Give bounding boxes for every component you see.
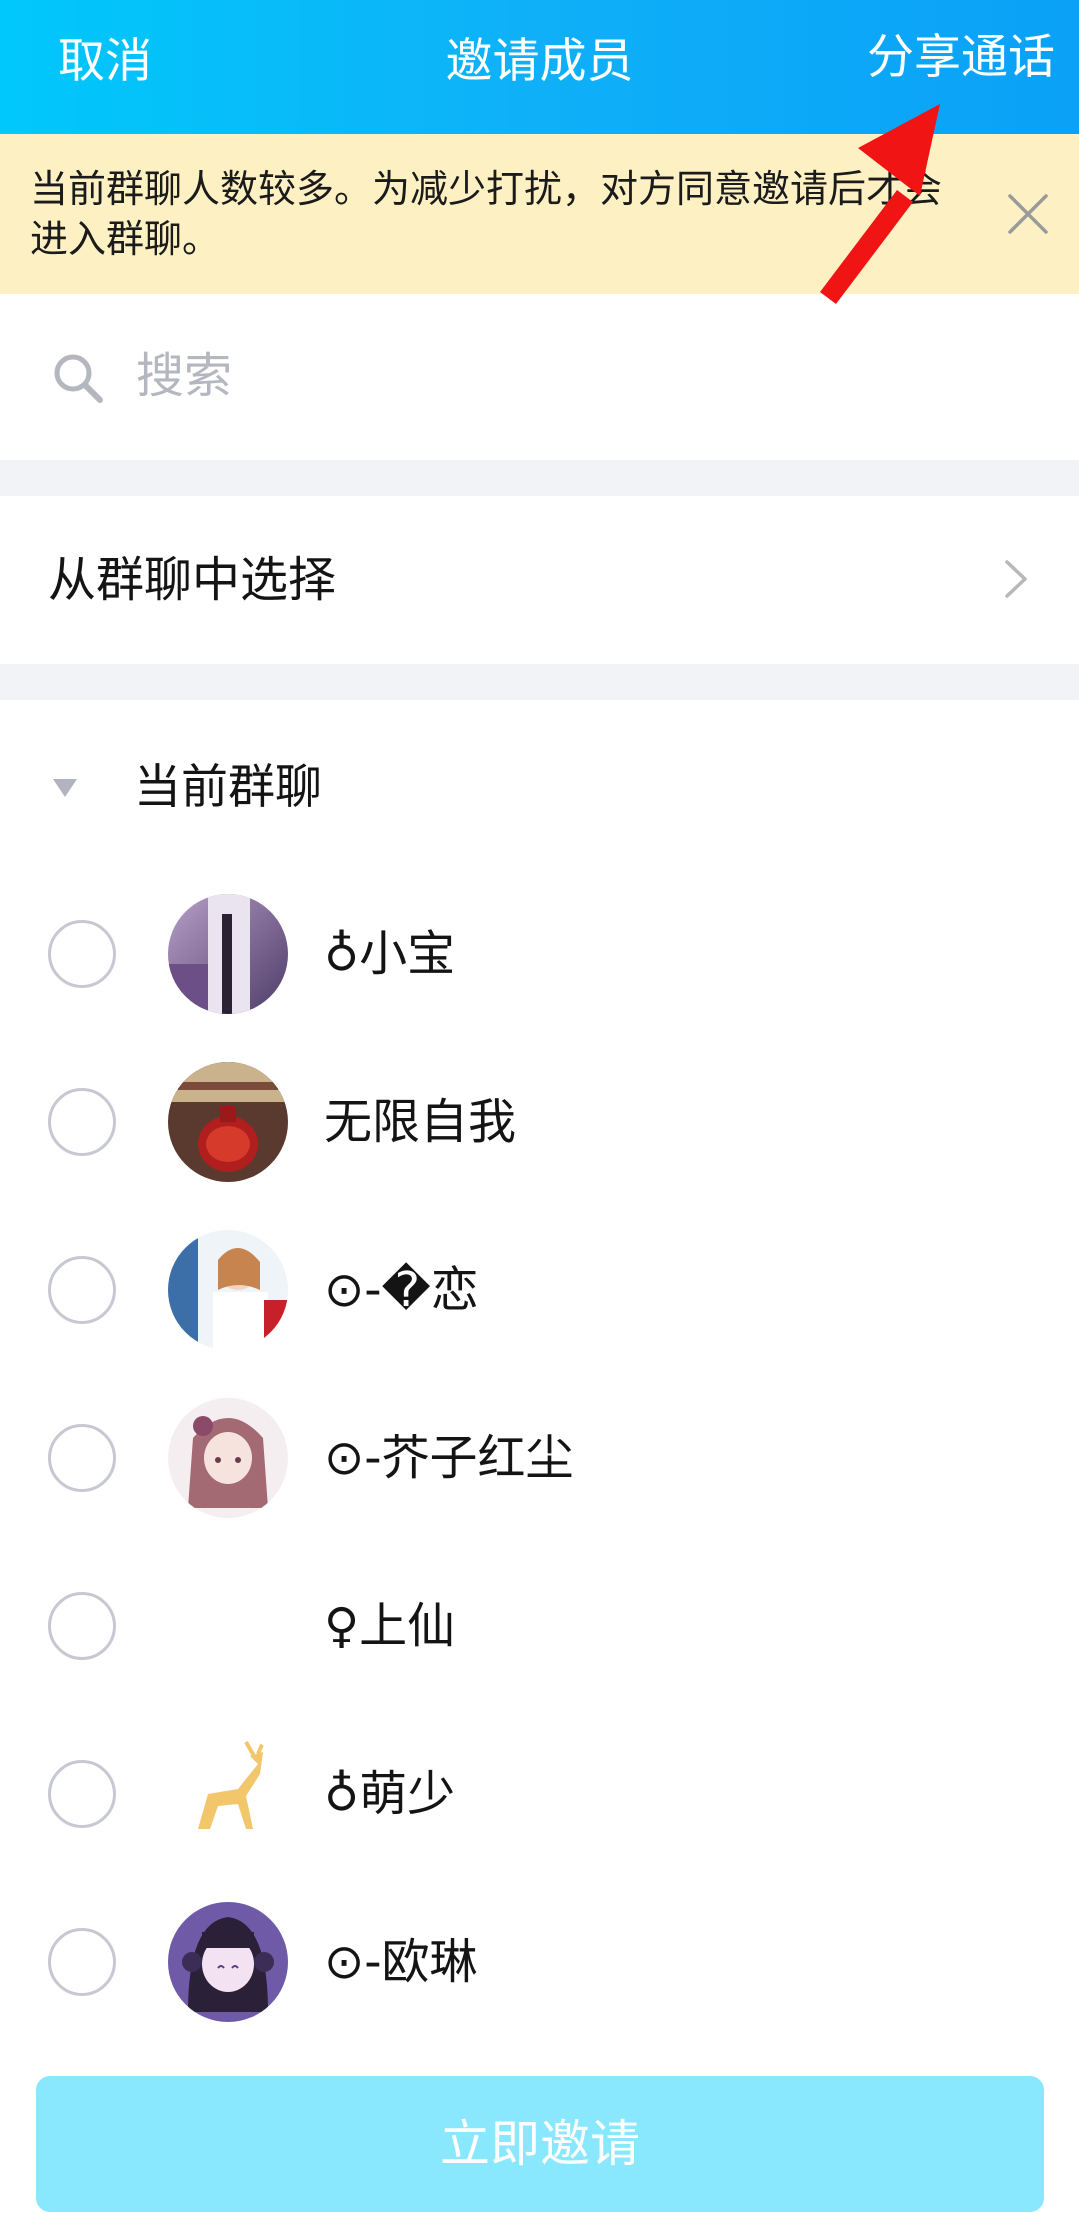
member-row[interactable]: ♁萌少 bbox=[0, 1710, 1079, 1878]
select-radio[interactable] bbox=[48, 1760, 116, 1828]
select-radio[interactable] bbox=[48, 1256, 116, 1324]
avatar bbox=[168, 1230, 288, 1350]
close-icon[interactable] bbox=[1004, 190, 1052, 238]
current-group-header[interactable]: 当前群聊 bbox=[0, 700, 1079, 870]
divider bbox=[0, 664, 1079, 700]
avatar bbox=[168, 894, 288, 1014]
member-name: ♁萌少 bbox=[324, 1766, 456, 1822]
member-name: ♁小宝 bbox=[324, 926, 456, 982]
notice-text: 当前群聊人数较多。为减少打扰，对方同意邀请后才会进入群聊。 bbox=[30, 167, 943, 261]
divider bbox=[0, 460, 1079, 496]
select-radio[interactable] bbox=[48, 920, 116, 988]
select-from-group-label: 从群聊中选择 bbox=[48, 552, 337, 608]
member-name: ⊙-芥子红尘 bbox=[324, 1430, 574, 1486]
select-from-group-row[interactable]: 从群聊中选择 bbox=[0, 496, 1079, 664]
search-icon bbox=[54, 354, 103, 403]
chevron-right-icon bbox=[1005, 560, 1027, 598]
member-row[interactable]: ⊙-芥子红尘 bbox=[0, 1374, 1079, 1542]
current-group-label: 当前群聊 bbox=[134, 760, 322, 815]
triangle-down-icon bbox=[53, 779, 77, 797]
invite-now-button[interactable]: 立即邀请 bbox=[36, 2076, 1044, 2212]
search-bar bbox=[0, 294, 1079, 460]
member-name: ♀上仙 bbox=[324, 1598, 456, 1654]
share-call-button[interactable]: 分享通话 bbox=[867, 26, 1055, 90]
member-row[interactable]: ⊙-�恋 bbox=[0, 1206, 1079, 1374]
search-input[interactable] bbox=[136, 344, 1016, 408]
member-row[interactable]: ♁小宝 bbox=[0, 870, 1079, 1038]
notice-banner: 当前群聊人数较多。为减少打扰，对方同意邀请后才会进入群聊。 bbox=[0, 134, 1079, 294]
member-row[interactable]: ⊙-欧琳 bbox=[0, 1878, 1079, 2046]
select-radio[interactable] bbox=[48, 1592, 116, 1660]
select-radio[interactable] bbox=[48, 1928, 116, 1996]
select-radio[interactable] bbox=[48, 1424, 116, 1492]
member-row[interactable]: ♀上仙 bbox=[0, 1542, 1079, 1710]
top-bar: 取消 邀请成员 分享通话 bbox=[0, 0, 1079, 134]
member-row[interactable]: 无限自我 bbox=[0, 1038, 1079, 1206]
select-radio[interactable] bbox=[48, 1088, 116, 1156]
avatar bbox=[168, 1398, 288, 1518]
member-name: ⊙-�恋 bbox=[324, 1262, 479, 1318]
member-name: 无限自我 bbox=[324, 1094, 517, 1150]
avatar bbox=[168, 1734, 288, 1854]
member-name: ⊙-欧琳 bbox=[324, 1934, 478, 1990]
avatar bbox=[168, 1062, 288, 1182]
avatar bbox=[168, 1902, 288, 2022]
avatar bbox=[168, 1566, 288, 1686]
